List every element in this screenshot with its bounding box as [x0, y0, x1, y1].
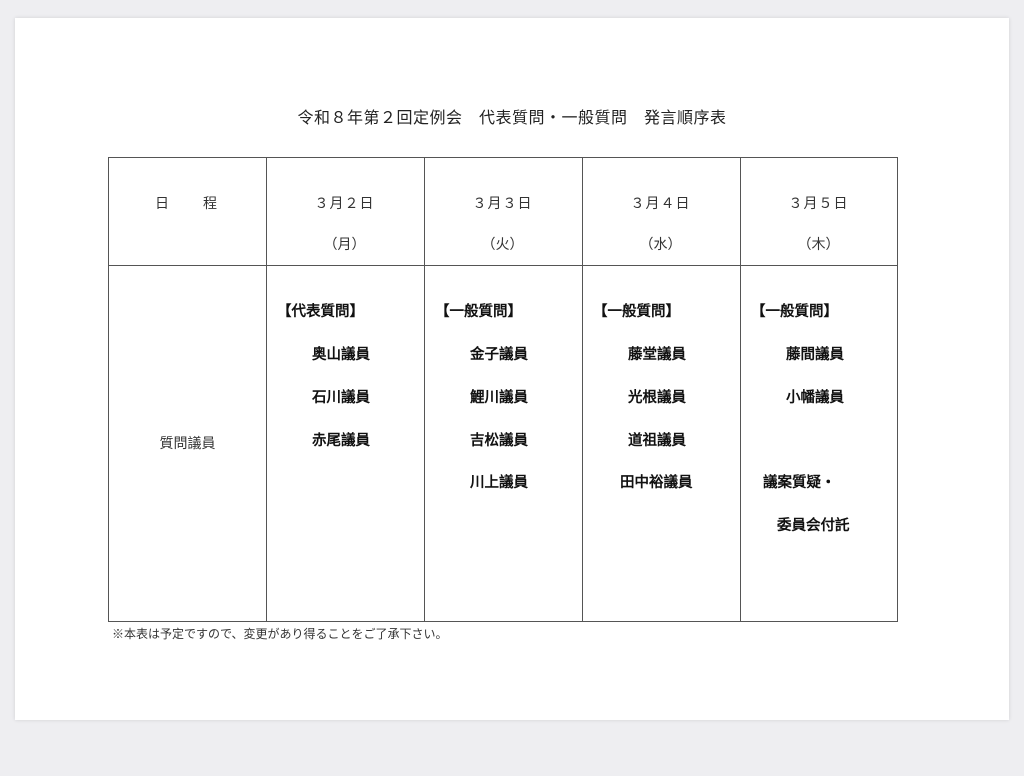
day-date: ３月２日 [314, 196, 375, 212]
member-name: 光根議員 [628, 389, 686, 406]
column-divider [266, 158, 267, 621]
schedule-table: 日 程 ３月２日 （月） 【代表質問】 奥山議員 石川議員 赤尾議員 ３月３日 … [108, 157, 898, 622]
agenda-item: 議案質疑・ [763, 474, 836, 491]
member-name: 道祖議員 [628, 432, 686, 449]
day-weekday: （火） [481, 237, 524, 253]
column-divider [424, 158, 425, 621]
question-category: 【代表質問】 [277, 303, 364, 320]
question-category: 【一般質問】 [435, 303, 522, 320]
day-weekday: （月） [323, 237, 366, 253]
member-name: 藤間議員 [786, 346, 844, 363]
page-title: 令和８年第２回定例会 代表質問・一般質問 発言順序表 [297, 108, 727, 127]
member-name: 吉松議員 [470, 432, 528, 449]
member-name: 石川議員 [312, 389, 370, 406]
member-name: 藤堂議員 [628, 346, 686, 363]
agenda-item: 委員会付託 [777, 517, 850, 534]
schedule-header-label: 日 程 [155, 196, 219, 212]
member-name: 赤尾議員 [312, 432, 370, 449]
member-name: 小幡議員 [786, 389, 844, 406]
member-name: 奥山議員 [312, 346, 370, 363]
day-date: ３月３日 [472, 196, 533, 212]
member-name: 鯉川議員 [470, 389, 528, 406]
question-category: 【一般質問】 [593, 303, 680, 320]
column-divider [740, 158, 741, 621]
row-divider [109, 265, 897, 266]
footnote: ※本表は予定ですので、変更があり得ることをご了承下さい。 [112, 627, 448, 641]
day-weekday: （木） [797, 237, 840, 253]
member-name: 田中裕議員 [620, 474, 693, 491]
day-date: ３月４日 [630, 196, 691, 212]
questioners-row-label: 質問議員 [159, 436, 216, 452]
day-date: ３月５日 [788, 196, 849, 212]
question-category: 【一般質問】 [751, 303, 838, 320]
member-name: 川上議員 [470, 474, 528, 491]
column-divider [582, 158, 583, 621]
member-name: 金子議員 [470, 346, 528, 363]
day-weekday: （水） [639, 237, 682, 253]
